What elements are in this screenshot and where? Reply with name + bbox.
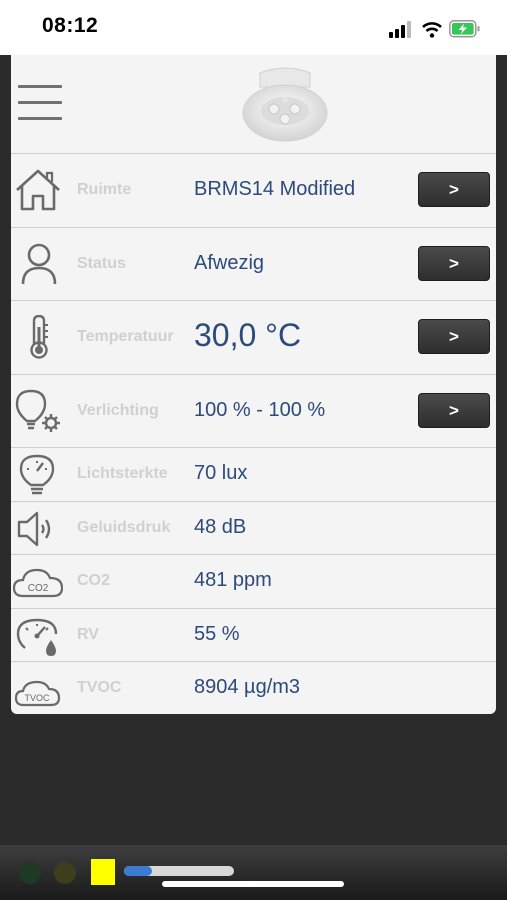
card-header (11, 55, 496, 154)
status-bar: 08:12 (0, 0, 507, 55)
row-value: 481 ppm (194, 569, 272, 592)
svg-text:TVOC: TVOC (24, 693, 50, 703)
progress-fill (124, 866, 152, 876)
row-label: Lichtsterkte (77, 465, 168, 482)
row-temperatuur: Temperatuur 30,0 °C > (11, 301, 496, 375)
cloud-co2-icon: CO2 (13, 569, 63, 598)
person-icon (21, 243, 57, 284)
row-label: Temperatuur (77, 328, 174, 345)
bulb-gear-icon (15, 389, 60, 432)
ceiling-sensor-image (242, 67, 328, 142)
indicator-dot (19, 862, 41, 884)
home-indicator[interactable] (162, 881, 344, 887)
sensor-card: Ruimte BRMS14 Modified > Status Afwezig … (11, 55, 496, 714)
row-label: Verlichting (77, 401, 159, 419)
row-label: TVOC (77, 679, 122, 697)
row-value: 8904 µg/m3 (194, 676, 301, 699)
row-status: Status Afwezig > (11, 228, 496, 301)
row-value: 48 dB (194, 515, 247, 538)
house-icon (16, 169, 60, 211)
row-verlichting: Verlichting 100 % - 100 % > (11, 375, 496, 448)
indicator-dot (54, 862, 76, 884)
status-detail-button[interactable]: > (418, 245, 490, 281)
cloud-tvoc-icon: TVOC (14, 681, 61, 707)
row-label: CO2 (77, 572, 110, 590)
row-label: Status (77, 254, 126, 272)
temperatuur-detail-button[interactable]: > (418, 319, 490, 354)
bulb-gauge-icon (19, 454, 55, 495)
status-time: 08:12 (42, 14, 99, 37)
row-value: 70 lux (194, 462, 248, 484)
gauge-drop-icon (16, 618, 58, 656)
progress-bar (124, 866, 234, 876)
row-geluidsdruk: Geluidsdruk 48 dB (11, 502, 496, 556)
row-value: 55 % (194, 622, 240, 645)
bottom-bar (0, 845, 507, 900)
indicator-square (91, 859, 115, 885)
row-label: Ruimte (77, 181, 132, 198)
row-value: 100 % - 100 % (194, 398, 326, 421)
row-label: RV (77, 625, 99, 643)
row-ruimte: Ruimte BRMS14 Modified > (11, 154, 496, 228)
status-icons (389, 20, 480, 38)
row-tvoc: TVOC TVOC 8904 µg/m3 (11, 662, 496, 714)
wifi-icon (422, 22, 442, 38)
row-rv: RV 55 % (11, 609, 496, 663)
row-label: Geluidsdruk (77, 518, 171, 536)
temperature-value: 30,0 °C (194, 317, 302, 353)
verlichting-detail-button[interactable]: > (418, 392, 490, 428)
row-value: BRMS14 Modified (194, 178, 356, 200)
row-co2: CO2 CO2 481 ppm (11, 555, 496, 609)
battery-charging-icon (449, 20, 480, 38)
hamburger-menu-icon[interactable] (18, 85, 62, 123)
thermometer-icon (30, 315, 48, 359)
speaker-icon (17, 511, 51, 546)
row-lichtsterkte: Lichtsterkte 70 lux (11, 448, 496, 502)
row-value: Afwezig (194, 251, 265, 274)
ruimte-detail-button[interactable]: > (418, 172, 490, 207)
signal-bars-icon (389, 21, 411, 38)
svg-text:CO2: CO2 (28, 583, 49, 594)
